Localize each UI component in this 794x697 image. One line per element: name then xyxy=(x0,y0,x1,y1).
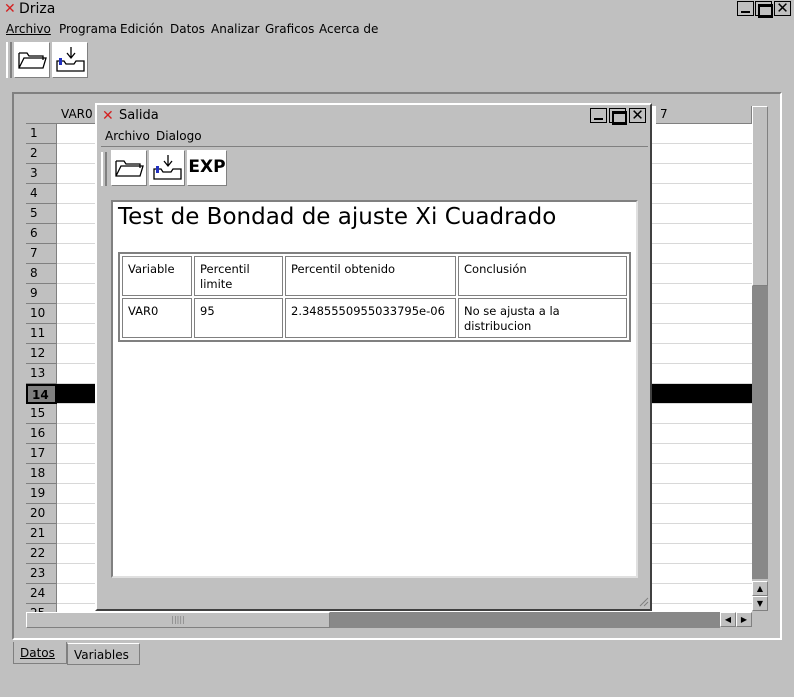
scroll-down-button[interactable]: ▼ xyxy=(752,596,768,611)
row-header[interactable]: 8 xyxy=(26,264,57,284)
row-header[interactable]: 1 xyxy=(26,124,57,144)
table-cell: No se ajusta a la distribucion xyxy=(458,298,627,338)
report-view: Test de Bondad de ajuste Xi Cuadrado Var… xyxy=(111,200,638,578)
menu-edicion[interactable]: Edición xyxy=(120,22,163,36)
main-title-bar: ✕ Driza ✕ xyxy=(0,0,794,18)
folder-open-icon xyxy=(18,52,47,69)
row-header[interactable]: 17 xyxy=(26,444,57,464)
row-header[interactable]: 12 xyxy=(26,344,57,364)
scroll-up-button[interactable]: ▲ xyxy=(752,581,768,596)
output-toolbar-grip[interactable] xyxy=(101,152,107,186)
toolbar-grip[interactable] xyxy=(6,42,12,78)
column-header-var0[interactable]: VAR0 xyxy=(57,106,97,124)
row-header[interactable]: 22 xyxy=(26,544,57,564)
row-header[interactable]: 21 xyxy=(26,524,57,544)
import-button[interactable] xyxy=(52,42,88,78)
horizontal-scroll-track[interactable] xyxy=(330,612,720,628)
import-down-arrow-icon xyxy=(153,155,182,180)
output-open-button[interactable] xyxy=(111,150,147,186)
folder-open-icon xyxy=(115,160,144,177)
table-row: VAR0 95 2.3485550955033795e-06 No se aju… xyxy=(122,298,627,338)
grid-corner xyxy=(26,106,58,124)
export-button[interactable]: EXP xyxy=(187,150,227,186)
table-header-cell: Conclusión xyxy=(458,256,627,296)
row-header[interactable]: 20 xyxy=(26,504,57,524)
report-heading: Test de Bondad de ajuste Xi Cuadrado xyxy=(118,204,557,230)
table-cell: VAR0 xyxy=(122,298,192,338)
output-maximize-button[interactable] xyxy=(609,108,627,125)
row-header[interactable]: 13 xyxy=(26,364,57,384)
row-header[interactable]: 19 xyxy=(26,484,57,504)
menu-programa[interactable]: Programa xyxy=(59,22,117,36)
menu-analizar[interactable]: Analizar xyxy=(211,22,259,36)
row-header[interactable]: 16 xyxy=(26,424,57,444)
open-button[interactable] xyxy=(14,42,50,78)
table-header-cell: Percentil limite xyxy=(194,256,283,296)
table-header-cell: Variable xyxy=(122,256,192,296)
resize-grip-icon[interactable] xyxy=(637,595,649,607)
menu-archivo[interactable]: Archivo xyxy=(6,22,51,36)
row-header[interactable]: 6 xyxy=(26,224,57,244)
tab-datos[interactable]: Datos xyxy=(13,642,67,664)
row-header[interactable]: 2 xyxy=(26,144,57,164)
import-down-arrow-icon xyxy=(56,47,85,72)
menu-graficos[interactable]: Graficos xyxy=(265,22,314,36)
grid-vertical-scrollbar[interactable]: ▲ ▼ xyxy=(752,106,768,612)
output-window-title: Salida xyxy=(119,108,159,123)
row-header[interactable]: 14 xyxy=(26,384,57,404)
menu-datos[interactable]: Datos xyxy=(170,22,205,36)
vertical-scroll-thumb[interactable] xyxy=(752,106,768,286)
tab-variables[interactable]: Variables xyxy=(67,643,140,665)
scroll-left-button[interactable]: ◀ xyxy=(720,612,736,627)
row-header[interactable]: 24 xyxy=(26,584,57,604)
row-header[interactable]: 3 xyxy=(26,164,57,184)
scroll-right-button[interactable]: ▶ xyxy=(736,612,752,627)
output-window-x-icon: ✕ xyxy=(102,108,114,124)
table-header-row: Variable Percentil limite Percentil obte… xyxy=(122,256,627,296)
row-header[interactable]: 9 xyxy=(26,284,57,304)
table-cell: 95 xyxy=(194,298,283,338)
output-close-button[interactable]: ✕ xyxy=(629,108,646,123)
app-close-x-icon: ✕ xyxy=(4,1,16,17)
row-header[interactable]: 10 xyxy=(26,304,57,324)
output-window: ✕ Salida ✕ Archivo Dialogo EXP Test de B… xyxy=(95,103,652,611)
maximize-button[interactable] xyxy=(755,1,773,18)
close-button[interactable]: ✕ xyxy=(774,1,791,16)
column-header-7[interactable]: 7 xyxy=(656,106,752,124)
row-header[interactable]: 25 xyxy=(26,604,57,612)
results-table: Variable Percentil limite Percentil obte… xyxy=(118,252,631,342)
row-header[interactable]: 18 xyxy=(26,464,57,484)
vertical-scroll-track[interactable] xyxy=(752,286,768,579)
horizontal-scroll-thumb[interactable]: ||||| xyxy=(26,612,330,628)
menu-acerca-de[interactable]: Acerca de xyxy=(319,22,378,36)
output-menu-archivo[interactable]: Archivo xyxy=(105,129,150,143)
row-header[interactable]: 15 xyxy=(26,404,57,424)
menu-divider xyxy=(101,146,648,147)
output-menu-dialogo[interactable]: Dialogo xyxy=(156,129,202,143)
row-header[interactable]: 5 xyxy=(26,204,57,224)
output-save-button[interactable] xyxy=(149,150,185,186)
table-cell: 2.3485550955033795e-06 xyxy=(285,298,456,338)
table-header-cell: Percentil obtenido xyxy=(285,256,456,296)
grid-horizontal-scrollbar[interactable]: ||||| ◀ ▶ xyxy=(26,612,752,628)
main-window-title: Driza xyxy=(19,1,56,17)
row-header[interactable]: 11 xyxy=(26,324,57,344)
row-header[interactable]: 23 xyxy=(26,564,57,584)
row-header[interactable]: 4 xyxy=(26,184,57,204)
row-header[interactable]: 7 xyxy=(26,244,57,264)
minimize-button[interactable] xyxy=(737,1,754,16)
output-minimize-button[interactable] xyxy=(590,108,607,123)
